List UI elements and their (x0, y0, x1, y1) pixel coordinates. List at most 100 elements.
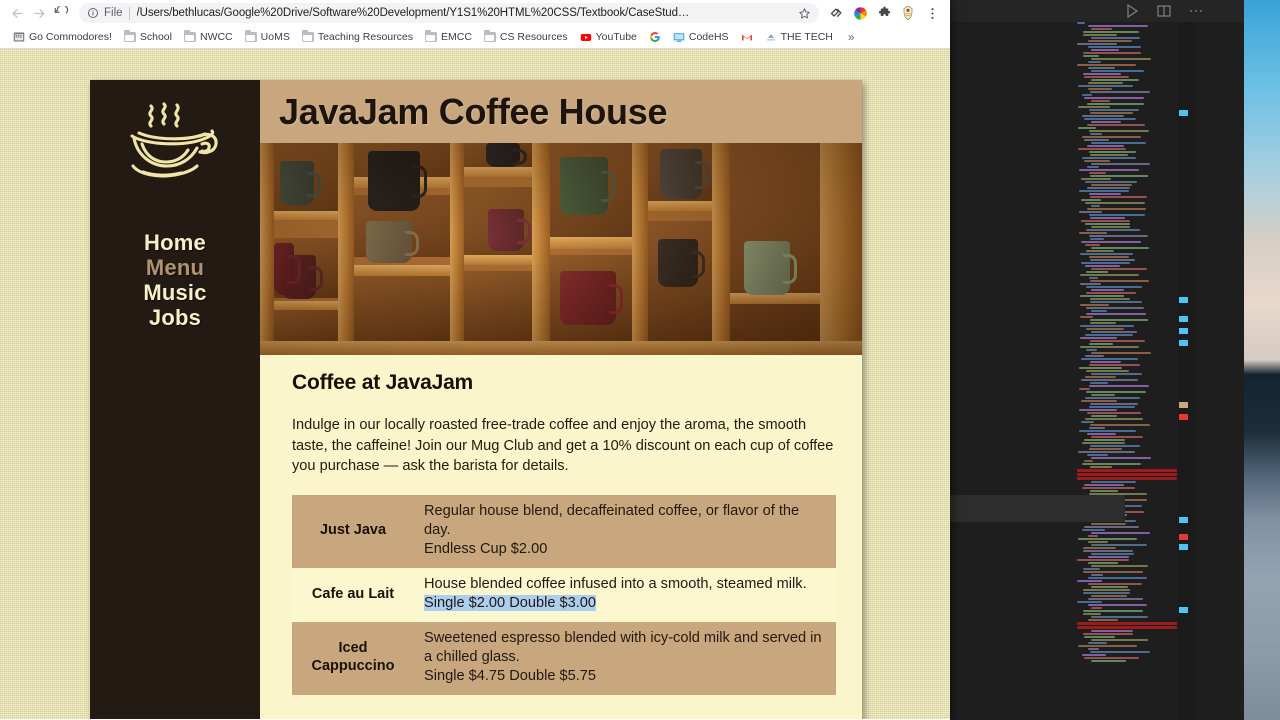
page-viewport: Home Menu Music Jobs JavaJam Coffee House C… (0, 49, 950, 719)
minimap-line (1090, 403, 1138, 405)
split-editor-icon[interactable] (1156, 3, 1172, 19)
color-wheel-extension-icon[interactable] (848, 1, 872, 25)
menu-item-price: Single $4.75 Double $5.75 (424, 667, 597, 684)
code-editor-window[interactable] (950, 0, 1244, 720)
info-circle-icon[interactable] (87, 7, 99, 19)
menu-item-description: House blended coffee infused into a smoo… (424, 575, 807, 592)
minimap-line (1088, 88, 1112, 90)
address-bar[interactable]: File /Users/bethlucas/Google%20Drive/Sof… (79, 3, 819, 23)
minimap-line (1083, 613, 1102, 615)
minimap-line (1086, 166, 1100, 168)
editor-find-widget[interactable] (950, 495, 1125, 522)
minimap-line (1089, 298, 1131, 300)
minimap-line (1089, 319, 1149, 321)
bookmark-item[interactable]: CodeHS (668, 29, 734, 45)
minimap-line (1077, 626, 1177, 629)
back-arrow-icon[interactable] (6, 2, 28, 24)
menu-item-name: Cafe au Lait (292, 567, 414, 622)
code-minimap[interactable] (1077, 22, 1177, 720)
three-dot-menu-icon[interactable] (920, 1, 944, 25)
minimap-line (1084, 202, 1145, 204)
menu-item-name: Just Java (292, 494, 414, 568)
minimap-line (1087, 103, 1145, 105)
bookmark-item[interactable]: THE TECH (760, 29, 838, 45)
diamond-extension-icon[interactable] (824, 1, 848, 25)
bookmark-item[interactable] (644, 29, 666, 45)
minimap-line (1090, 616, 1149, 618)
minimap-line (1085, 265, 1120, 267)
folder-icon (301, 30, 314, 42)
minimap-line (1080, 283, 1101, 285)
minimap-line (1089, 364, 1141, 366)
minimap-line (1082, 550, 1134, 552)
nav-item-menu[interactable]: Menu (90, 255, 260, 280)
minimap-line (1081, 442, 1126, 444)
minimap-line (1082, 52, 1141, 54)
bookmark-item[interactable]: CS Resources (479, 29, 573, 45)
minimap-line (1080, 304, 1110, 306)
minimap-line (1078, 430, 1137, 432)
bookmark-item[interactable] (736, 29, 758, 45)
minimap-line (1090, 163, 1150, 165)
minimap-line (1090, 112, 1134, 114)
codehs-icon (673, 31, 685, 43)
bookmark-item[interactable]: UoMS (240, 29, 295, 45)
minimap-line (1087, 642, 1107, 644)
bookmarks-overflow-button[interactable]: » (844, 30, 859, 44)
minimap-line (1087, 25, 1148, 27)
bookmark-label: EMCC (440, 31, 472, 43)
bookmark-label: CodeHS (688, 31, 729, 43)
nav-item-home[interactable]: Home (90, 230, 260, 255)
minimap-line (1082, 73, 1121, 75)
minimap-line (1079, 367, 1122, 369)
overview-ruler-mark (1179, 297, 1188, 303)
url-text[interactable]: /Users/bethlucas/Google%20Drive/Software… (137, 7, 792, 19)
sidebar-column: Home Menu Music Jobs (90, 80, 260, 719)
minimap-line (1090, 121, 1122, 123)
minimap-line (1090, 639, 1148, 641)
bookmark-item[interactable]: YouTube (575, 29, 642, 45)
minimap-line (1082, 31, 1140, 33)
profile-crest-avatar[interactable] (896, 1, 920, 25)
bookmark-star-icon[interactable] (798, 7, 811, 20)
bookmark-item[interactable]: Go Commodores! (8, 29, 117, 45)
minimap-line (1086, 349, 1097, 351)
minimap-line (1079, 388, 1090, 390)
minimap-line (1080, 295, 1124, 297)
nav-item-jobs[interactable]: Jobs (90, 305, 260, 330)
gmail-icon (741, 31, 753, 43)
forward-arrow-icon[interactable] (28, 2, 50, 24)
minimap-line (1079, 325, 1134, 327)
minimap-line (1083, 76, 1130, 78)
minimap-line (1080, 337, 1117, 339)
minimap-line (1090, 331, 1138, 333)
run-play-icon[interactable] (1124, 3, 1140, 19)
minimap-line (1090, 424, 1151, 426)
minimap-line (1087, 124, 1145, 126)
minimap-line (1082, 487, 1136, 489)
bookmark-item[interactable]: EMCC (420, 29, 477, 45)
puzzle-extensions-icon[interactable] (872, 1, 896, 25)
minimap-line (1090, 49, 1120, 51)
bookmark-item[interactable]: Teaching Resources (297, 29, 418, 45)
minimap-line (1077, 85, 1133, 87)
minimap-line (1086, 433, 1117, 435)
minimap-line (1082, 654, 1106, 656)
minimap-line (1087, 82, 1123, 84)
bookmark-item[interactable]: NWCC (179, 29, 238, 45)
minimap-line (1090, 37, 1141, 39)
more-actions-icon[interactable] (1188, 3, 1204, 19)
intro-paragraph: Indulge in our locally roasted free-trad… (292, 417, 834, 474)
minimap-line (1084, 439, 1126, 441)
minimap-line (1082, 610, 1143, 612)
overview-ruler[interactable] (1178, 22, 1190, 720)
minimap-line (1087, 619, 1119, 621)
minimap-line (1090, 310, 1108, 312)
minimap-line (1085, 334, 1134, 336)
minimap-line (1077, 601, 1102, 603)
minimap-line (1089, 340, 1145, 342)
bookmark-item[interactable]: School (119, 29, 177, 45)
nav-item-music[interactable]: Music (90, 280, 260, 305)
reload-icon[interactable] (50, 2, 72, 24)
minimap-line (1082, 633, 1134, 635)
